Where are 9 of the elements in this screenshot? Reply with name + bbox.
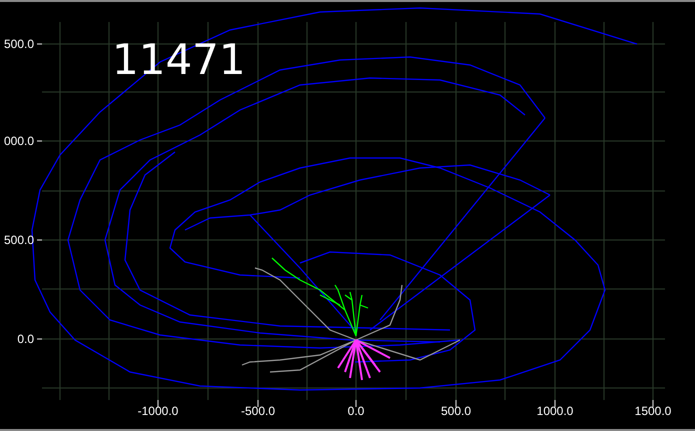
x-tick-label: 1000.0 [536,404,574,418]
x-tick-label: 0.0 [348,404,364,418]
x-tick-label: -1000.0 [138,404,178,418]
x-tick-label: 1500.0 [634,404,672,418]
y-tick-label: 0.0 [17,332,34,346]
y-tick-label: 000.0 [4,134,34,148]
x-tick-label: 500.0 [440,404,472,418]
x-tick-label: -500.0 [240,404,276,418]
y-tick-label: 500.0 [4,37,34,51]
